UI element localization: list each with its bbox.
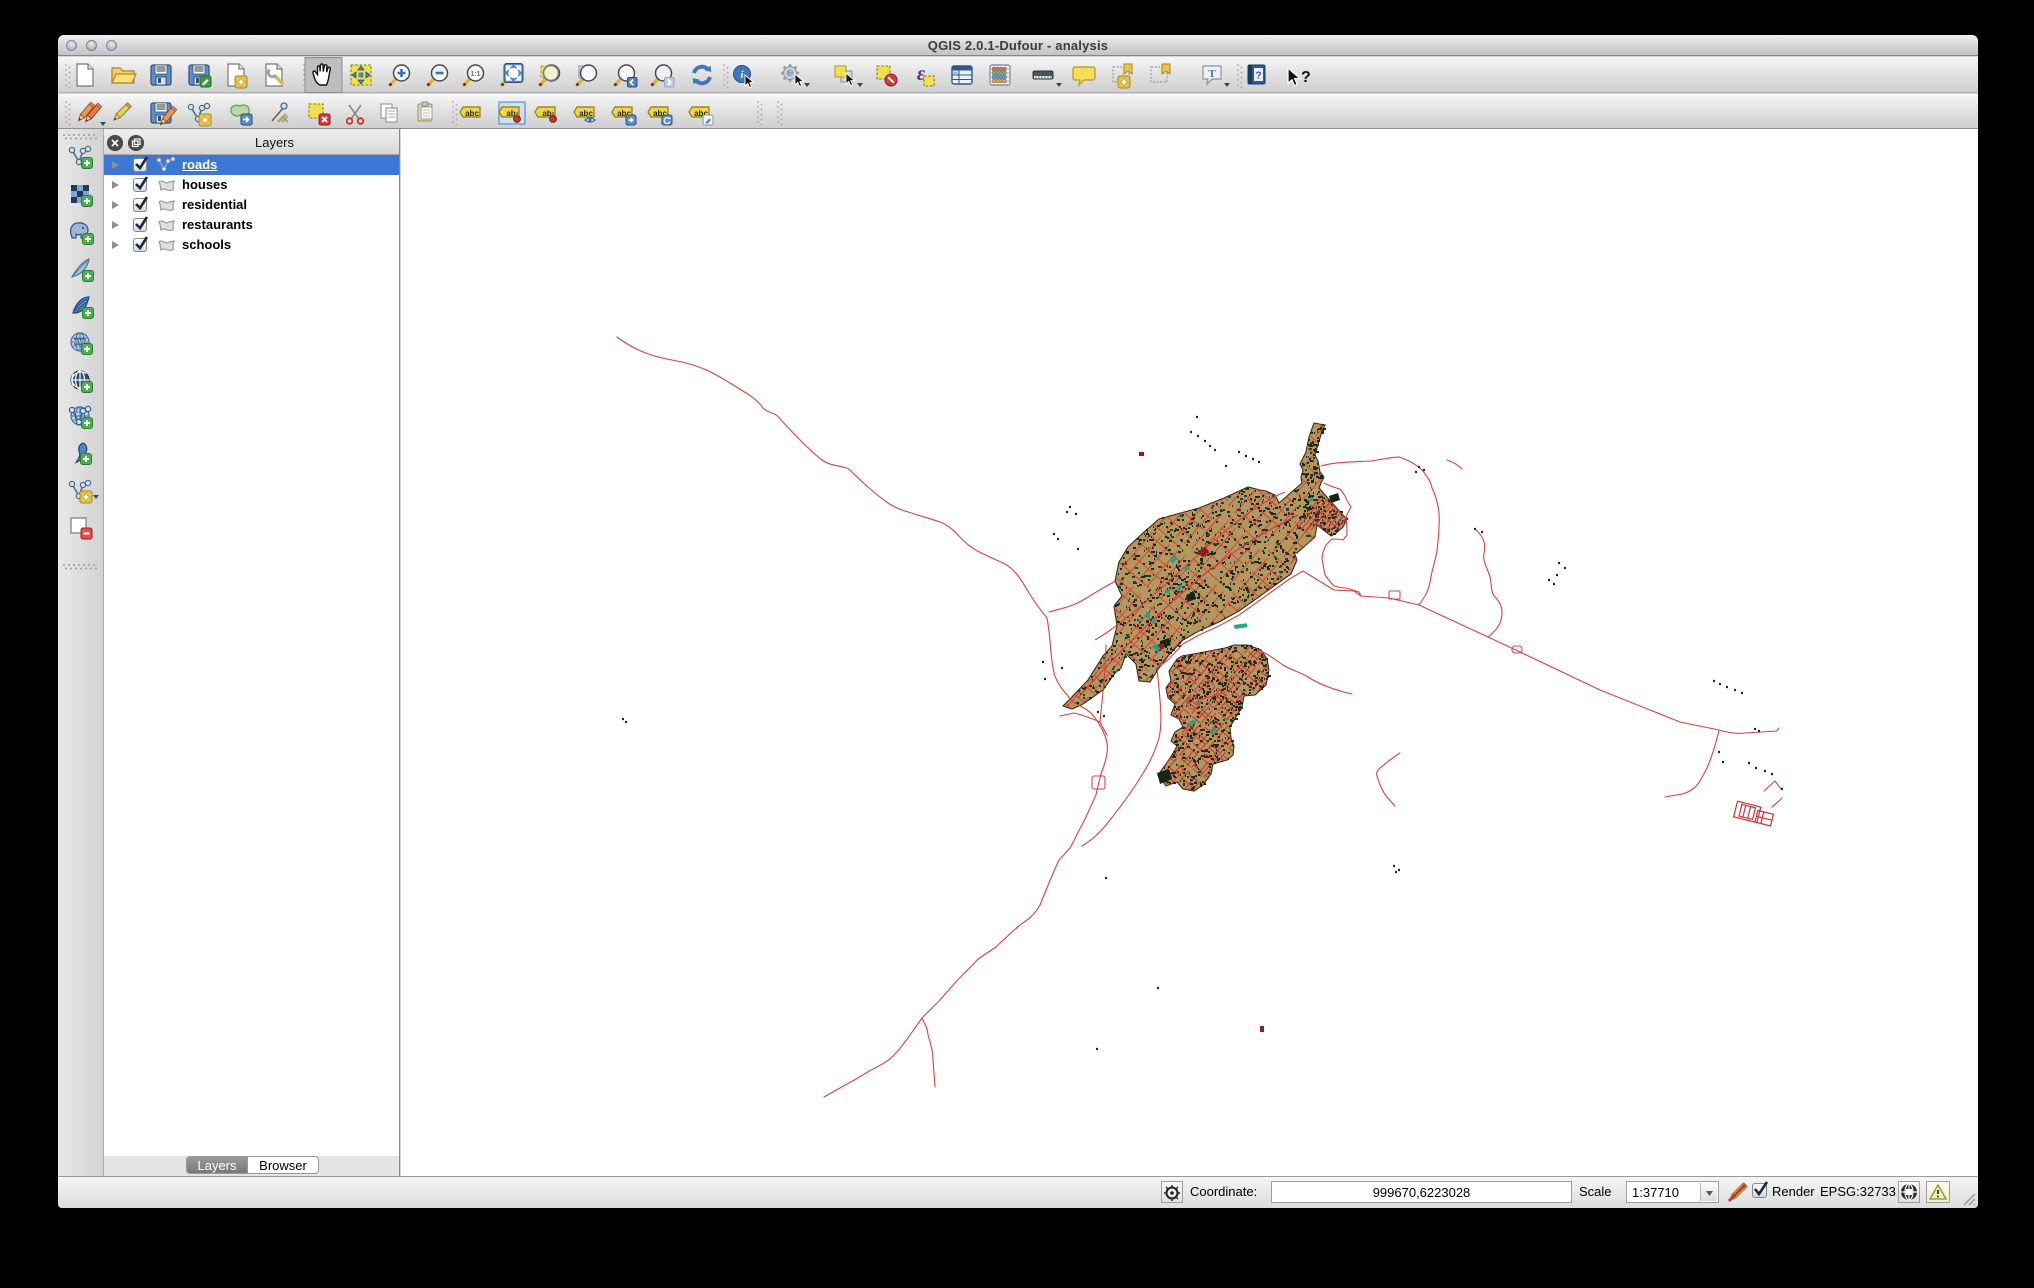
svg-text:?: ? <box>1255 71 1261 82</box>
svg-text:abc: abc <box>465 109 479 118</box>
svg-text:abc: abc <box>579 109 593 118</box>
svg-text:1:1: 1:1 <box>470 71 480 78</box>
svg-text:T: T <box>1208 68 1216 80</box>
svg-text:?: ? <box>1301 69 1311 86</box>
